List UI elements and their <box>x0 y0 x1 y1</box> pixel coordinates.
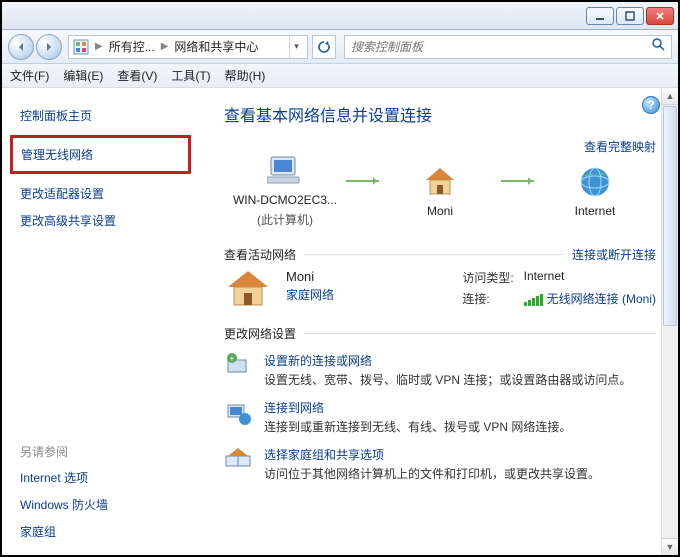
access-type-value: Internet <box>524 269 656 286</box>
title-bar <box>2 2 678 30</box>
sidebar-highlight: 管理无线网络 <box>10 135 191 174</box>
connect-icon <box>224 399 252 427</box>
signal-icon <box>524 294 543 306</box>
option-new-connection-link[interactable]: 设置新的连接或网络 <box>264 352 631 369</box>
globe-icon <box>577 164 613 200</box>
active-networks-heading: 查看活动网络 <box>224 246 296 263</box>
scroll-up-button[interactable]: ▲ <box>662 88 678 105</box>
connection-line <box>346 180 379 182</box>
maximize-button[interactable] <box>616 7 644 25</box>
close-button[interactable] <box>646 7 674 25</box>
view-full-map-link[interactable]: 查看完整映射 <box>584 138 656 155</box>
menu-bar: 文件(F) 编辑(E) 查看(V) 工具(T) 帮助(H) <box>2 64 678 88</box>
nav-bar: ▶ 所有控... ▶ 网络和共享中心 ▾ <box>2 30 678 64</box>
scroll-down-button[interactable]: ▼ <box>662 538 678 555</box>
svg-text:+: + <box>230 354 235 363</box>
option-connect-desc: 连接到或重新连接到无线、有线、拨号或 VPN 网络连接。 <box>264 418 571 436</box>
breadcrumb-level1[interactable]: 所有控... <box>109 38 155 55</box>
option-new-connection: + 设置新的连接或网络 设置无线、宽带、拨号、临时或 VPN 连接；或设置路由器… <box>224 352 656 389</box>
connection-line <box>501 180 534 182</box>
option-new-connection-desc: 设置无线、宽带、拨号、临时或 VPN 连接；或设置路由器或访问点。 <box>264 371 631 389</box>
search-box[interactable] <box>344 35 672 59</box>
option-homegroup: 选择家庭组和共享选项 访问位于其他网络计算机上的文件和打印机，或更改共享设置。 <box>224 446 656 483</box>
new-connection-icon: + <box>224 352 252 380</box>
node-router: Moni <box>385 164 495 218</box>
menu-edit[interactable]: 编辑(E) <box>63 67 103 84</box>
help-icon[interactable]: ? <box>642 96 660 114</box>
homegroup-icon <box>224 446 252 474</box>
menu-file[interactable]: 文件(F) <box>10 67 49 84</box>
house-icon <box>224 269 272 309</box>
option-homegroup-desc: 访问位于其他网络计算机上的文件和打印机，或更改共享设置。 <box>264 465 600 483</box>
house-icon <box>422 164 458 200</box>
option-connect-link[interactable]: 连接到网络 <box>264 399 571 416</box>
sidebar-internet-options[interactable]: Internet 选项 <box>2 464 201 491</box>
access-type-label: 访问类型: <box>462 269 513 286</box>
computer-icon <box>267 153 303 189</box>
back-button[interactable] <box>8 34 34 60</box>
scroll-thumb[interactable] <box>663 106 677 326</box>
page-title: 查看基本网络信息并设置连接 <box>224 102 656 126</box>
connect-disconnect-link[interactable]: 连接或断开连接 <box>572 246 656 263</box>
option-connect: 连接到网络 连接到或重新连接到无线、有线、拨号或 VPN 网络连接。 <box>224 399 656 436</box>
node-router-label: Moni <box>427 204 453 218</box>
sidebar-firewall[interactable]: Windows 防火墙 <box>2 491 201 518</box>
breadcrumb-dropdown[interactable]: ▾ <box>289 36 303 58</box>
node-internet: Internet <box>540 164 650 218</box>
menu-help[interactable]: 帮助(H) <box>225 67 266 84</box>
sidebar-wireless[interactable]: 管理无线网络 <box>13 140 188 169</box>
sidebar-seealso-heading: 另请参阅 <box>2 437 201 464</box>
node-this-pc: WIN-DCMO2EC3... (此计算机) <box>230 153 340 228</box>
active-network-box: Moni 家庭网络 访问类型: Internet 连接: 无线网络连接 (Mon… <box>224 269 656 309</box>
active-network-name: Moni <box>286 269 334 284</box>
option-homegroup-link[interactable]: 选择家庭组和共享选项 <box>264 446 600 463</box>
change-settings-heading: 更改网络设置 <box>224 325 296 342</box>
node-internet-label: Internet <box>575 204 616 218</box>
vertical-scrollbar[interactable]: ▲ ▼ <box>661 88 678 555</box>
forward-button[interactable] <box>36 34 62 60</box>
main-panel: ? 查看基本网络信息并设置连接 查看完整映射 WIN-DCMO2EC3... (… <box>202 88 678 555</box>
menu-tools[interactable]: 工具(T) <box>171 67 210 84</box>
connection-label: 连接: <box>462 290 513 307</box>
breadcrumb[interactable]: ▶ 所有控... ▶ 网络和共享中心 ▾ <box>68 35 308 59</box>
minimize-button[interactable] <box>586 7 614 25</box>
sidebar-adapter[interactable]: 更改适配器设置 <box>2 180 201 207</box>
search-input[interactable] <box>351 40 651 54</box>
control-panel-icon <box>73 39 89 55</box>
node-pc-sublabel: (此计算机) <box>257 211 313 228</box>
sidebar-home[interactable]: 控制面板主页 <box>2 102 201 129</box>
sidebar: 控制面板主页 管理无线网络 更改适配器设置 更改高级共享设置 另请参阅 Inte… <box>2 88 202 555</box>
chevron-right-icon: ▶ <box>161 41 169 52</box>
active-network-type-link[interactable]: 家庭网络 <box>286 286 334 303</box>
menu-view[interactable]: 查看(V) <box>117 67 157 84</box>
refresh-button[interactable] <box>312 35 336 59</box>
node-pc-label: WIN-DCMO2EC3... <box>233 193 337 207</box>
sidebar-homegroup[interactable]: 家庭组 <box>2 518 201 545</box>
network-diagram: WIN-DCMO2EC3... (此计算机) Moni Internet <box>224 153 656 232</box>
sidebar-advanced[interactable]: 更改高级共享设置 <box>2 207 201 234</box>
breadcrumb-level2[interactable]: 网络和共享中心 <box>174 38 258 55</box>
search-icon[interactable] <box>651 37 665 56</box>
chevron-right-icon: ▶ <box>95 41 103 52</box>
connection-link[interactable]: 无线网络连接 (Moni) <box>524 290 656 307</box>
